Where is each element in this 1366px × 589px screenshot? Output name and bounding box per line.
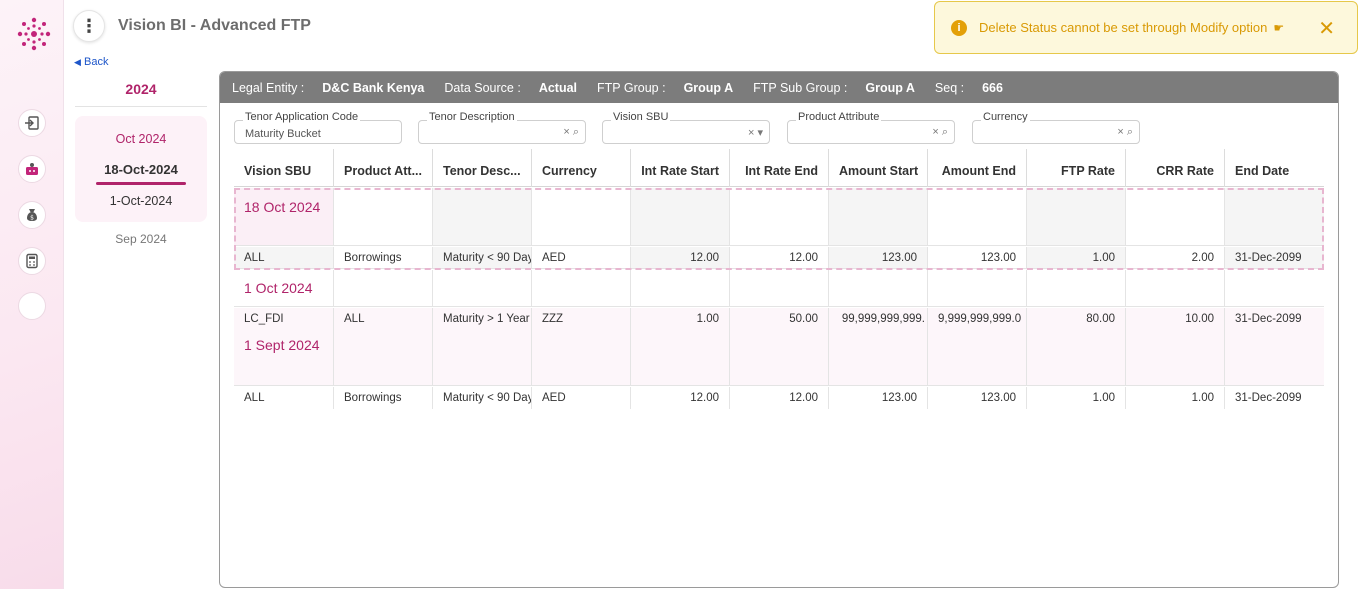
- currency-field[interactable]: Currency × ⌕: [972, 111, 1140, 144]
- product-attribute-field[interactable]: Product Attribute × ⌕: [787, 111, 955, 144]
- col-header-product-attribute[interactable]: Product Att...: [334, 149, 433, 187]
- tools-icon: [26, 163, 38, 175]
- app-logo-icon: [17, 17, 51, 51]
- cell-amount-start: 99,999,999,999.: [829, 308, 928, 385]
- cell-end-date: 31-Dec-2099: [1235, 313, 1302, 325]
- svg-text:$: $: [30, 215, 34, 222]
- filter-value: Maturity Bucket: [245, 128, 321, 140]
- rail-tools-button[interactable]: [18, 155, 46, 183]
- ftp-group-label: FTP Group :: [597, 80, 666, 95]
- cell-amount-start: 123.00: [829, 387, 928, 409]
- page-title: Vision BI - Advanced FTP: [118, 17, 311, 34]
- cell-int-rate-start: 1.00: [631, 308, 730, 385]
- cell-int-rate-end: 50.00: [730, 308, 829, 385]
- year-divider: [75, 106, 207, 107]
- cell-vision-sbu: LC_FDI: [244, 313, 284, 325]
- col-header-ftp-rate[interactable]: FTP Rate: [1027, 149, 1126, 187]
- cell-amount-end: 123.00: [928, 387, 1027, 409]
- col-header-tenor-description[interactable]: Tenor Desc...: [433, 149, 532, 187]
- vision-sbu-field[interactable]: Vision SBU × ▾: [602, 111, 770, 144]
- col-header-amount-start[interactable]: Amount Start: [829, 149, 928, 187]
- cell-amount-end: 9,999,999,999.0: [928, 308, 1027, 385]
- year-label[interactable]: 2024: [75, 81, 207, 97]
- filter-label: Tenor Description: [427, 111, 517, 123]
- table-row[interactable]: ALL Borrowings Maturity < 90 Days AED 12…: [234, 387, 1324, 409]
- legal-entity-label: Legal Entity :: [232, 80, 305, 95]
- filter-label: Vision SBU: [611, 111, 671, 123]
- cell-end-date: 31-Dec-2099: [1235, 392, 1302, 404]
- ftp-sub-group-label: FTP Sub Group :: [753, 80, 848, 95]
- group-title: 1 Oct 2024: [244, 280, 313, 296]
- date-item[interactable]: 1-Oct-2024: [75, 194, 207, 208]
- back-arrow-icon: ◀: [74, 57, 81, 67]
- grid-header: Vision SBU Product Att... Tenor Desc... …: [234, 149, 1324, 187]
- filter-label: Product Attribute: [796, 111, 882, 123]
- col-header-end-date[interactable]: End Date: [1225, 149, 1324, 187]
- table-row[interactable]: LC_FDI 1 Sept 2024 ALL Maturity > 1 Year…: [234, 308, 1324, 386]
- left-rail: $: [0, 0, 64, 589]
- tenor-description-field[interactable]: Tenor Description × ⌕: [418, 111, 586, 144]
- clear-dropdown-icons[interactable]: × ▾: [748, 126, 763, 139]
- selected-group-outline: [234, 188, 1324, 270]
- cell-tenor-description: Maturity < 90 Days: [433, 387, 532, 409]
- cell-tenor-description: Maturity > 1 Year: [433, 308, 532, 385]
- calculator-icon: [26, 253, 38, 269]
- cell-ftp-rate: 1.00: [1027, 387, 1126, 409]
- month-label-sep[interactable]: Sep 2024: [75, 232, 207, 246]
- ftp-sub-group-value: Group A: [865, 80, 915, 95]
- cell-currency: ZZZ: [532, 308, 631, 385]
- legal-entity-value: D&C Bank Kenya: [322, 80, 425, 95]
- login-icon: [25, 116, 39, 130]
- filter-bar: Tenor Application Code Maturity Bucket T…: [220, 111, 1338, 146]
- col-header-crr-rate[interactable]: CRR Rate: [1126, 149, 1225, 187]
- kebab-menu-icon: ⋮: [80, 15, 98, 36]
- group-title: 1 Sept 2024: [244, 337, 320, 353]
- rail-login-button[interactable]: [18, 109, 46, 137]
- cell-currency: AED: [532, 387, 631, 409]
- data-source-label: Data Source :: [444, 80, 521, 95]
- col-header-int-rate-end[interactable]: Int Rate End: [730, 149, 829, 187]
- kebab-menu-button[interactable]: ⋮: [73, 10, 105, 42]
- clear-search-icons[interactable]: × ⌕: [932, 126, 948, 139]
- filter-label: Tenor Application Code: [243, 111, 361, 123]
- rail-calculator-button[interactable]: [18, 247, 46, 275]
- rail-finance-button[interactable]: $: [18, 201, 46, 229]
- toast-message: Delete Status cannot be set through Modi…: [979, 20, 1268, 35]
- tenor-application-code-field[interactable]: Tenor Application Code Maturity Bucket: [234, 111, 402, 144]
- col-header-currency[interactable]: Currency: [532, 149, 631, 187]
- cell-int-rate-end: 12.00: [730, 387, 829, 409]
- ftp-group-value: Group A: [683, 80, 734, 95]
- close-icon[interactable]: ✕: [1318, 16, 1335, 41]
- col-header-int-rate-start[interactable]: Int Rate Start: [631, 149, 730, 187]
- data-source-value: Actual: [538, 80, 578, 95]
- info-bar: Legal Entity : D&C Bank Kenya Data Sourc…: [220, 72, 1338, 103]
- cell-int-rate-start: 12.00: [631, 387, 730, 409]
- warning-toast: i Delete Status cannot be set through Mo…: [934, 1, 1358, 54]
- cell-vision-sbu: ALL: [234, 387, 334, 409]
- cell-ftp-rate: 80.00: [1027, 308, 1126, 385]
- pointer-hand-icon: ☛: [1273, 20, 1285, 35]
- date-item-selected[interactable]: 18-Oct-2024: [75, 162, 207, 177]
- main-panel: Legal Entity : D&C Bank Kenya Data Sourc…: [219, 71, 1339, 588]
- clear-search-icons[interactable]: × ⌕: [563, 126, 579, 139]
- filter-label: Currency: [981, 111, 1030, 123]
- rail-extra-button[interactable]: [18, 292, 46, 320]
- back-label: Back: [83, 56, 109, 68]
- cell-product-attribute: Borrowings: [334, 387, 433, 409]
- cell-crr-rate: 1.00: [1126, 387, 1225, 409]
- month-label[interactable]: Oct 2024: [75, 132, 207, 146]
- clear-search-icons[interactable]: × ⌕: [1117, 126, 1133, 139]
- col-header-vision-sbu[interactable]: Vision SBU: [234, 149, 334, 187]
- money-bag-icon: $: [27, 209, 37, 222]
- seq-value: 666: [982, 80, 1003, 95]
- seq-label: Seq :: [934, 80, 965, 95]
- col-header-amount-end[interactable]: Amount End: [928, 149, 1027, 187]
- cell-crr-rate: 10.00: [1126, 308, 1225, 385]
- group-row[interactable]: 1 Oct 2024: [234, 270, 1324, 307]
- month-card-oct: Oct 2024 18-Oct-2024 1-Oct-2024: [75, 116, 207, 222]
- info-icon: i: [951, 19, 967, 36]
- selected-date-underline: [96, 182, 186, 185]
- back-link[interactable]: ◀ Back: [74, 56, 108, 68]
- cell-product-attribute: ALL: [334, 308, 433, 385]
